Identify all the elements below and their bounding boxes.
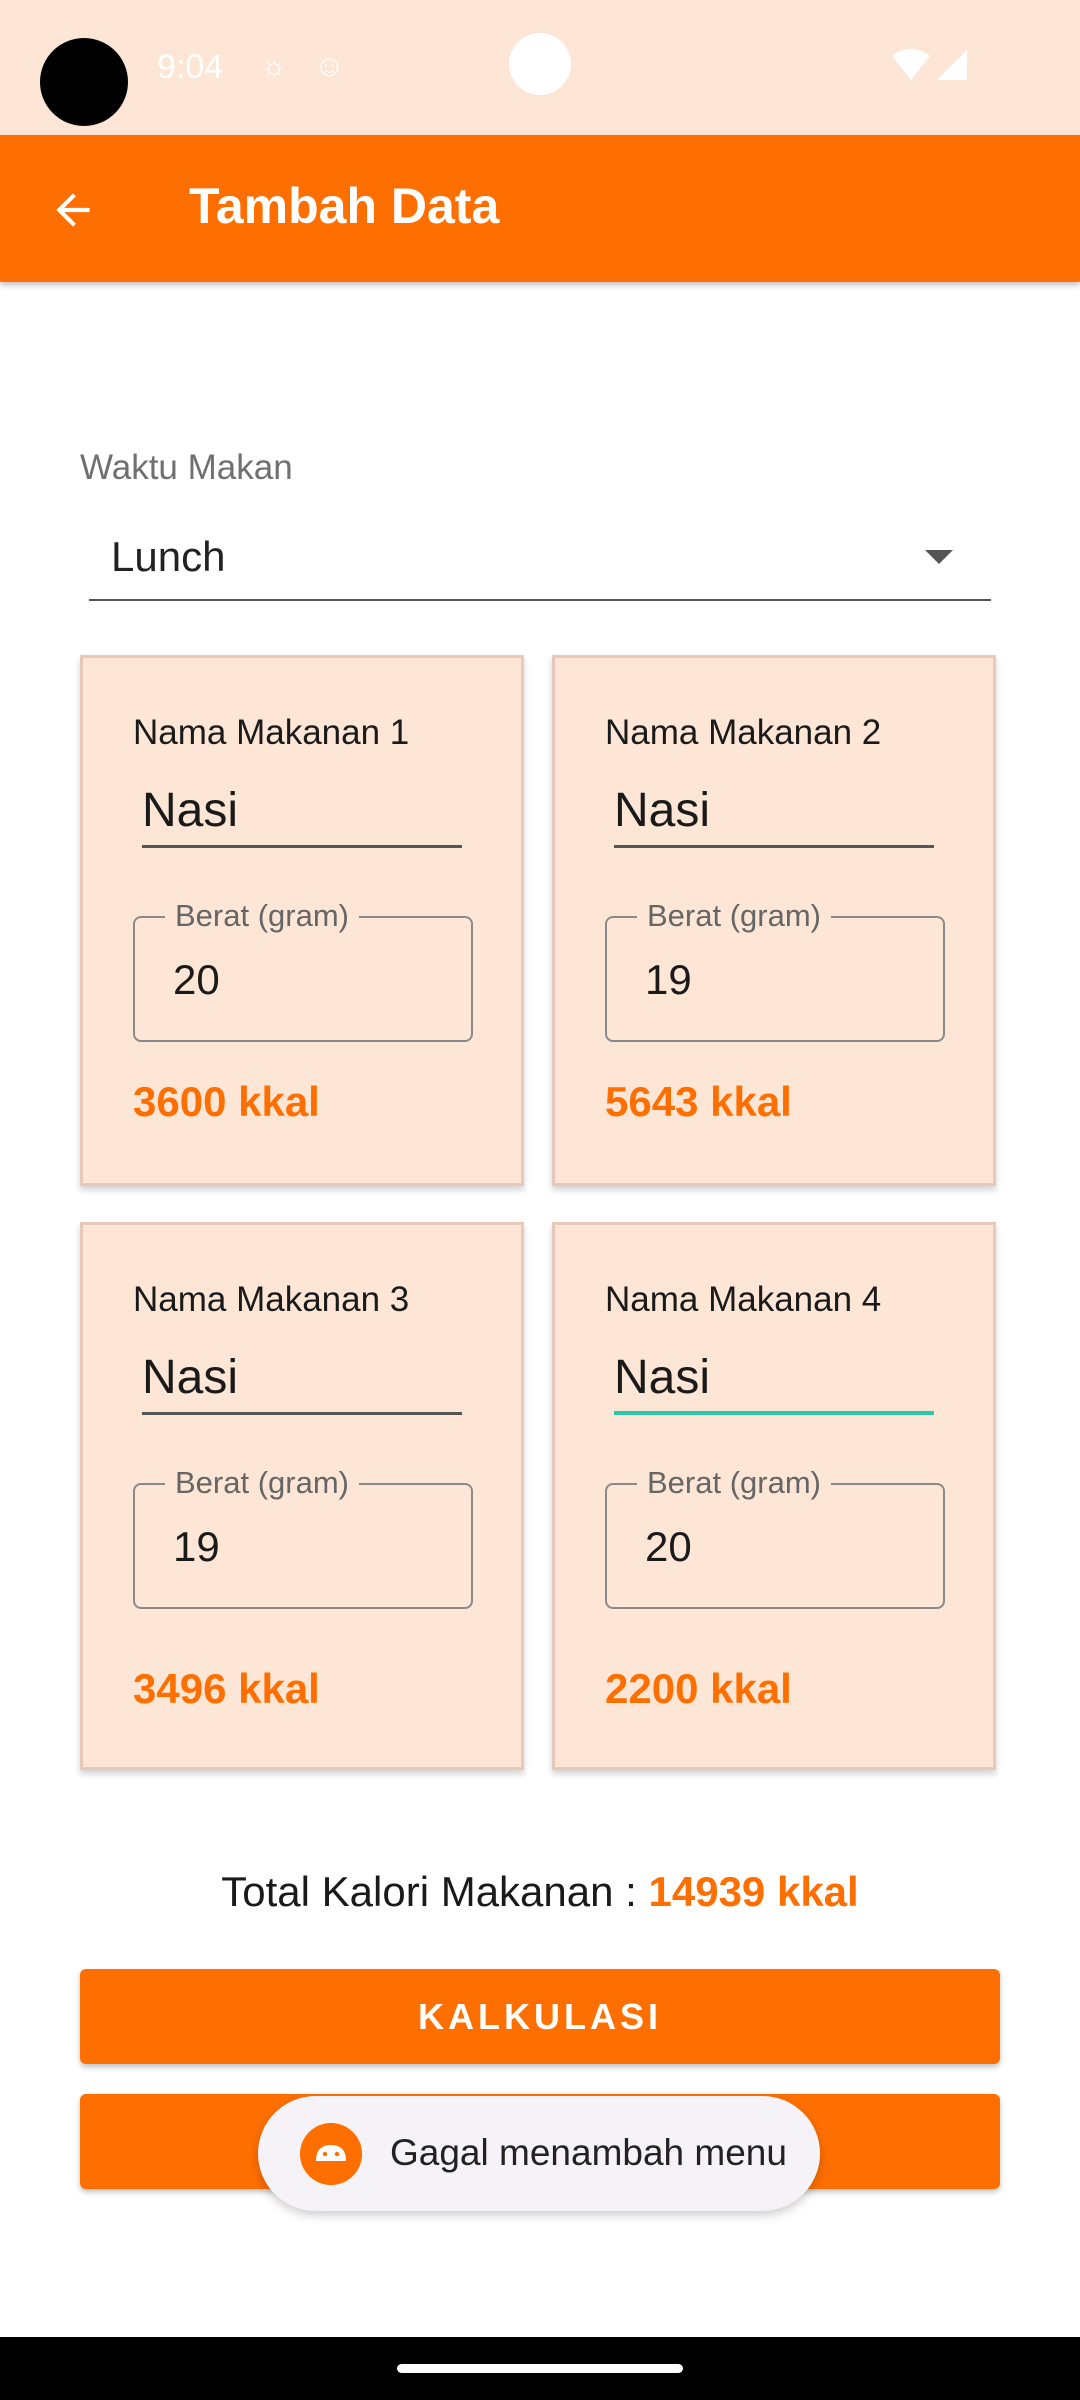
calculate-button[interactable]: KALKULASI bbox=[80, 1969, 1000, 2064]
food-card-2: Nama Makanan 2 Nasi Berat (gram) 19 5643… bbox=[552, 655, 996, 1186]
status-time: 9:04 bbox=[157, 48, 224, 86]
weight-label: Berat (gram) bbox=[637, 898, 831, 934]
meal-time-dropdown[interactable]: Lunch bbox=[89, 515, 991, 601]
page-title: Tambah Data bbox=[189, 178, 500, 234]
notification-icon: ☼ bbox=[260, 50, 288, 83]
toast-message: Gagal menambah menu bbox=[390, 2132, 787, 2173]
weight-value: 20 bbox=[645, 1523, 692, 1570]
total-value: 14939 kkal bbox=[648, 1868, 859, 1915]
weight-value: 20 bbox=[173, 956, 220, 1003]
food-title: Nama Makanan 3 bbox=[133, 1280, 410, 1319]
total-calories: Total Kalori Makanan : 14939 kkal bbox=[0, 1868, 1080, 1916]
food-kcal: 5643 kkal bbox=[605, 1078, 792, 1125]
total-label: Total Kalori Makanan : bbox=[221, 1868, 649, 1915]
dropdown-caret-icon bbox=[925, 550, 953, 564]
weight-input[interactable]: Berat (gram) 20 bbox=[605, 1465, 945, 1609]
food-name-input[interactable]: Nasi bbox=[142, 775, 462, 848]
meal-time-label: Waktu Makan bbox=[80, 448, 293, 487]
status-bar: 9:04 ☼ ☺ bbox=[0, 0, 1080, 135]
weight-input[interactable]: Berat (gram) 19 bbox=[605, 898, 945, 1042]
wifi-icon bbox=[892, 49, 930, 80]
home-handle[interactable] bbox=[397, 2364, 683, 2373]
food-name-input[interactable]: Nasi bbox=[142, 1342, 462, 1415]
food-title: Nama Makanan 2 bbox=[605, 713, 882, 752]
food-title: Nama Makanan 4 bbox=[605, 1280, 882, 1319]
food-card-3: Nama Makanan 3 Nasi Berat (gram) 19 3496… bbox=[80, 1222, 524, 1770]
food-card-4: Nama Makanan 4 Nasi Berat (gram) 20 2200… bbox=[552, 1222, 996, 1770]
food-title: Nama Makanan 1 bbox=[133, 713, 410, 752]
signal-icon bbox=[937, 50, 967, 80]
meal-time-selected: Lunch bbox=[111, 533, 226, 580]
food-name-input[interactable]: Nasi bbox=[614, 775, 934, 848]
back-arrow-icon[interactable] bbox=[48, 185, 98, 235]
weight-value: 19 bbox=[173, 1523, 220, 1570]
food-kcal: 2200 kkal bbox=[605, 1665, 792, 1712]
navigation-bar bbox=[0, 2337, 1080, 2400]
android-status-icon: ☺ bbox=[314, 50, 345, 83]
weight-label: Berat (gram) bbox=[165, 898, 359, 934]
weight-label: Berat (gram) bbox=[637, 1465, 831, 1501]
food-kcal: 3600 kkal bbox=[133, 1078, 320, 1125]
weight-label: Berat (gram) bbox=[165, 1465, 359, 1501]
weight-input[interactable]: Berat (gram) 19 bbox=[133, 1465, 473, 1609]
camera-cutout bbox=[40, 38, 128, 126]
front-camera bbox=[509, 33, 571, 95]
app-bar: Tambah Data bbox=[0, 135, 1080, 282]
food-card-1: Nama Makanan 1 Nasi Berat (gram) 20 3600… bbox=[80, 655, 524, 1186]
weight-value: 19 bbox=[645, 956, 692, 1003]
food-name-input[interactable]: Nasi bbox=[614, 1342, 934, 1415]
food-kcal: 3496 kkal bbox=[133, 1665, 320, 1712]
android-icon bbox=[300, 2123, 362, 2185]
toast: Gagal menambah menu bbox=[258, 2096, 820, 2211]
weight-input[interactable]: Berat (gram) 20 bbox=[133, 898, 473, 1042]
